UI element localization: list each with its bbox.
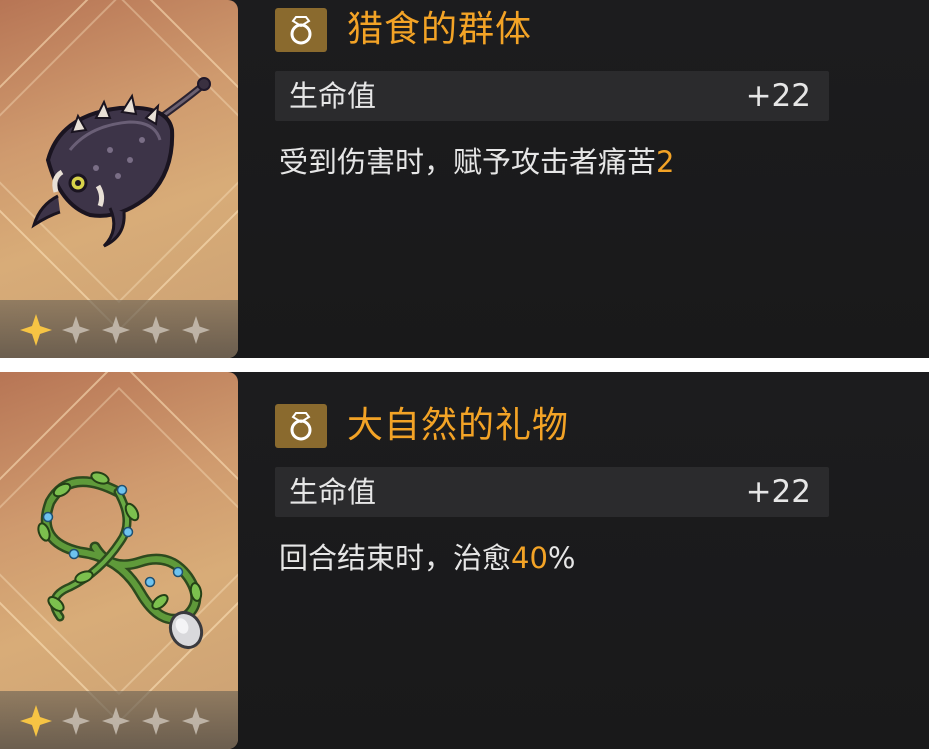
stat-label: 生命值: [289, 79, 377, 113]
ring-icon: [275, 404, 327, 448]
stat-label: 生命值: [289, 475, 377, 509]
stat-row: 生命值 +22: [275, 71, 829, 121]
anglerfish-creature-icon: [31, 77, 211, 248]
effect-description: 回合结束时，治愈40%: [279, 536, 575, 580]
ring-icon: [275, 8, 327, 52]
star-rating: [0, 691, 238, 749]
stat-value: +22: [745, 78, 811, 114]
item-card[interactable]: 猎食的群体 生命值 +22 受到伤害时，赋予攻击者痛苦2: [0, 0, 929, 358]
effect-suffix: %: [547, 541, 576, 575]
item-card[interactable]: 大自然的礼物 生命值 +22 回合结束时，治愈40%: [0, 372, 929, 749]
item-portrait: [0, 372, 238, 749]
effect-text: 受到伤害时，赋予攻击者痛苦: [279, 145, 657, 179]
item-portrait: [0, 0, 238, 358]
item-name: 大自然的礼物: [347, 405, 570, 446]
stars-icon: [20, 314, 210, 346]
vine-amulet-icon: [37, 471, 204, 650]
stars-icon: [20, 705, 210, 737]
stat-row: 生命值 +22: [275, 467, 829, 517]
effect-value: 40: [511, 541, 548, 575]
effect-value: 2: [656, 145, 675, 179]
effect-text: 回合结束时，治愈: [279, 541, 512, 575]
item-name: 猎食的群体: [347, 9, 533, 50]
stat-value: +22: [745, 474, 811, 510]
effect-description: 受到伤害时，赋予攻击者痛苦2: [279, 140, 674, 184]
star-rating: [0, 300, 238, 358]
